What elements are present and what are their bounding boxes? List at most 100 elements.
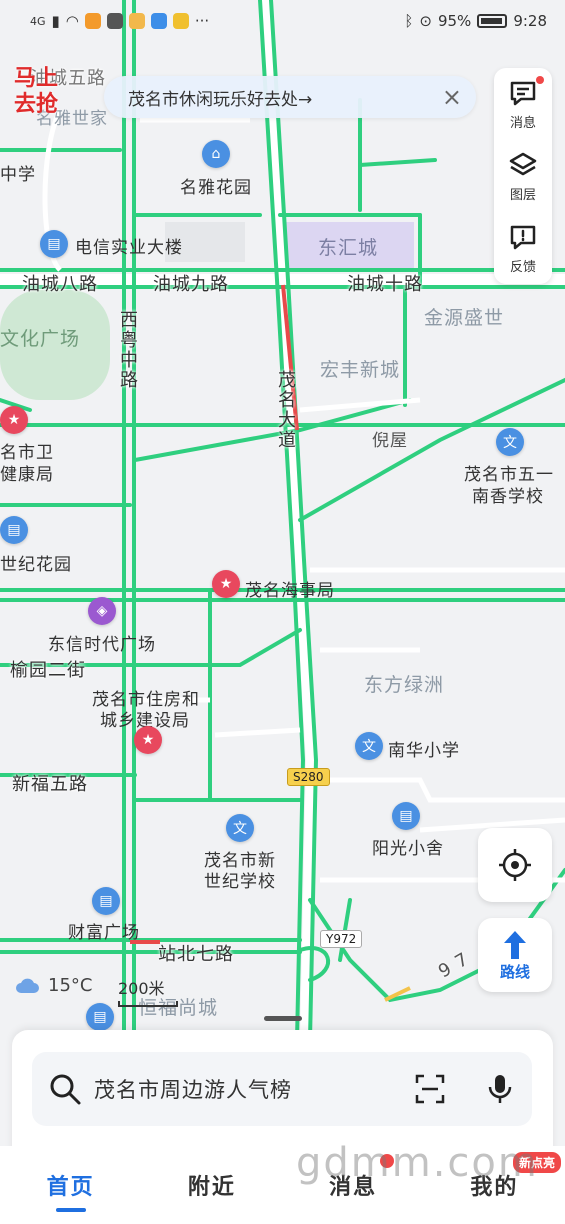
new-badge: 新点亮 xyxy=(512,1152,561,1173)
search-input[interactable]: 茂名市周边游人气榜 xyxy=(94,1074,292,1104)
bottom-sheet: 茂名市周边游人气榜 xyxy=(12,1030,553,1160)
poi-label[interactable]: 阳光小舍 xyxy=(372,834,444,859)
status-bar: 4G ▮ ◠ ··· ᛒ ⊙ 95% 9:28 xyxy=(0,0,565,42)
poi-label[interactable]: 南香学校 xyxy=(472,482,544,507)
poi-label[interactable]: 文化广场 xyxy=(0,324,80,351)
building-icon[interactable]: ▤ xyxy=(0,516,28,544)
poi-label[interactable]: 中学 xyxy=(0,160,36,185)
poi-label[interactable]: 东方绿洲 xyxy=(364,670,444,697)
tab-label: 我的 xyxy=(470,1175,519,1200)
map-toolbar: 消息 图层 反馈 xyxy=(494,68,552,284)
poi-label[interactable]: 健康局 xyxy=(0,460,54,485)
poi-label[interactable]: 东信时代广场 xyxy=(48,630,156,655)
network-label: 4G xyxy=(30,14,46,28)
poi-label[interactable]: 世纪学校 xyxy=(204,867,276,892)
road-label: 新福五路 xyxy=(12,774,88,795)
location-icon: ⊙ xyxy=(419,12,432,30)
school-icon[interactable]: ⌂ xyxy=(202,140,230,168)
highway-shield: S280 xyxy=(287,768,330,786)
feedback-icon xyxy=(508,222,538,252)
road-label: 茂名大道 xyxy=(275,370,296,450)
promo-line: 马上 xyxy=(14,66,59,91)
tab-messages[interactable]: 消息 xyxy=(283,1146,424,1224)
tab-nearby[interactable]: 附近 xyxy=(141,1146,282,1224)
school-icon[interactable]: 文 xyxy=(496,428,524,456)
crosshair-icon xyxy=(499,849,531,881)
message-label: 消息 xyxy=(509,115,536,131)
tab-label: 消息 xyxy=(329,1175,378,1200)
poi-label[interactable]: 财富广场 xyxy=(68,918,140,943)
map-scale: 200米 xyxy=(118,975,178,1007)
close-icon[interactable]: × xyxy=(442,83,462,111)
building-icon[interactable]: ▤ xyxy=(86,1003,114,1031)
battery-icon xyxy=(477,14,508,28)
unread-dot xyxy=(536,76,544,84)
government-icon[interactable]: ★ xyxy=(0,406,28,434)
wifi-icon: ◠ xyxy=(65,12,79,30)
poi-label[interactable]: 东汇城 xyxy=(318,233,378,260)
temperature: 15°C xyxy=(48,975,93,996)
message-icon xyxy=(508,78,538,108)
app-notification-icon xyxy=(172,13,189,29)
road-label: 油城八路 xyxy=(22,274,98,295)
sheet-handle[interactable] xyxy=(264,1016,302,1021)
layers-label: 图层 xyxy=(509,187,536,203)
poi-label[interactable]: 宏丰新城 xyxy=(320,355,400,382)
app-notification-icon xyxy=(150,13,167,29)
tab-profile[interactable]: 我的 新点亮 xyxy=(424,1146,565,1224)
building-icon[interactable]: ▤ xyxy=(92,887,120,915)
signal-icon: ▮ xyxy=(51,12,60,30)
school-icon[interactable]: 文 xyxy=(226,814,254,842)
weather-widget[interactable]: 15°C xyxy=(14,975,92,996)
layers-icon xyxy=(508,150,538,180)
building-icon[interactable]: ▤ xyxy=(392,802,420,830)
poi-label: 倪屋 xyxy=(372,431,408,451)
microphone-icon[interactable] xyxy=(484,1073,516,1105)
route-arrow-icon xyxy=(504,930,526,959)
government-icon[interactable]: ★ xyxy=(134,726,162,754)
highway-shield: Y972 xyxy=(320,930,363,948)
scale-bar xyxy=(118,1001,178,1007)
road-label: 油城九路 xyxy=(153,274,229,295)
school-icon[interactable]: 文 xyxy=(355,732,383,760)
app-notification-icon xyxy=(106,13,123,29)
tab-label: 附近 xyxy=(187,1175,236,1200)
route-button[interactable]: 路线 xyxy=(478,918,552,992)
shopping-icon[interactable]: ◈ xyxy=(88,597,116,625)
recommend-banner[interactable]: 茂名市休闲玩乐好去处→ × xyxy=(104,76,476,118)
scan-icon[interactable] xyxy=(414,1073,446,1105)
more-notifications-icon: ··· xyxy=(194,12,210,30)
search-icon xyxy=(50,1074,81,1105)
tab-home[interactable]: 首页 xyxy=(0,1146,141,1224)
poi-label[interactable]: 金源盛世 xyxy=(424,303,504,330)
promo-line: 去抢 xyxy=(14,92,59,117)
feedback-label: 反馈 xyxy=(509,259,536,275)
locate-button[interactable] xyxy=(478,828,552,902)
road-label: 榆园二街 xyxy=(10,660,86,681)
poi-label[interactable]: 电信实业大楼 xyxy=(75,233,183,258)
cloud-icon xyxy=(16,978,39,993)
message-button[interactable]: 消息 xyxy=(494,68,552,140)
poi-label[interactable]: 世纪花园 xyxy=(0,550,72,575)
road-label: 油城十路 xyxy=(347,274,423,295)
route-label: 路线 xyxy=(499,962,530,981)
search-bar[interactable]: 茂名市周边游人气榜 xyxy=(32,1052,532,1126)
building-icon[interactable]: ▤ xyxy=(40,230,68,258)
poi-label[interactable]: 名雅花园 xyxy=(180,173,252,198)
scale-label: 200米 xyxy=(118,979,165,998)
bluetooth-icon: ᛒ xyxy=(404,12,414,30)
app-notification-icon xyxy=(84,13,101,29)
tab-label: 首页 xyxy=(46,1175,95,1200)
app-notification-icon xyxy=(128,13,145,29)
poi-label[interactable]: 南华小学 xyxy=(388,736,460,761)
government-icon[interactable]: ★ xyxy=(212,570,240,598)
bottom-tab-bar: 首页 附近 消息 我的 新点亮 xyxy=(0,1146,565,1224)
clock: 9:28 xyxy=(513,12,547,30)
banner-text: 茂名市休闲玩乐好去处→ xyxy=(128,89,313,110)
layers-button[interactable]: 图层 xyxy=(494,140,552,212)
unread-badge xyxy=(379,1154,394,1168)
battery-percent: 95% xyxy=(437,12,472,30)
promo-badge[interactable]: 马上 去抢 xyxy=(14,66,76,118)
feedback-button[interactable]: 反馈 xyxy=(494,212,552,284)
poi-label[interactable]: 茂名海事局 xyxy=(245,576,335,601)
